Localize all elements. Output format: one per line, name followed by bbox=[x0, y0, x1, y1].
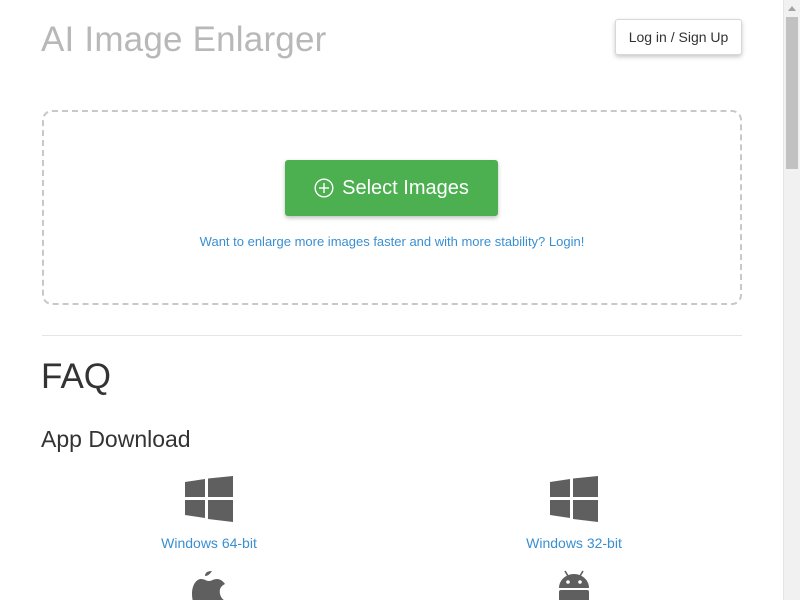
scrollbar-thumb[interactable] bbox=[786, 17, 798, 169]
download-link-windows-64[interactable]: Windows 64-bit bbox=[109, 535, 309, 551]
faq-heading: FAQ bbox=[41, 357, 112, 396]
download-windows-64[interactable]: Windows 64-bit bbox=[109, 476, 309, 551]
download-windows-32[interactable]: Windows 32-bit bbox=[474, 476, 674, 551]
windows-icon bbox=[550, 476, 598, 522]
page: AI Image Enlarger Log in / Sign Up Selec… bbox=[0, 0, 800, 600]
download-android[interactable] bbox=[474, 569, 674, 600]
select-images-button[interactable]: Select Images bbox=[285, 160, 498, 216]
apple-icon bbox=[192, 571, 225, 600]
select-images-label: Select Images bbox=[342, 176, 469, 199]
login-signup-button[interactable]: Log in / Sign Up bbox=[615, 19, 742, 55]
login-hint-link[interactable]: Want to enlarge more images faster and w… bbox=[0, 234, 784, 249]
download-mac[interactable] bbox=[109, 569, 309, 600]
download-link-windows-32[interactable]: Windows 32-bit bbox=[474, 535, 674, 551]
app-download-heading: App Download bbox=[41, 426, 191, 452]
section-divider bbox=[42, 335, 742, 336]
android-icon bbox=[559, 570, 589, 600]
site-title: AI Image Enlarger bbox=[41, 20, 327, 59]
vertical-scrollbar[interactable] bbox=[783, 0, 800, 600]
scroll-up-icon[interactable] bbox=[784, 0, 800, 17]
windows-icon bbox=[185, 476, 233, 522]
plus-circle-icon bbox=[314, 178, 334, 198]
